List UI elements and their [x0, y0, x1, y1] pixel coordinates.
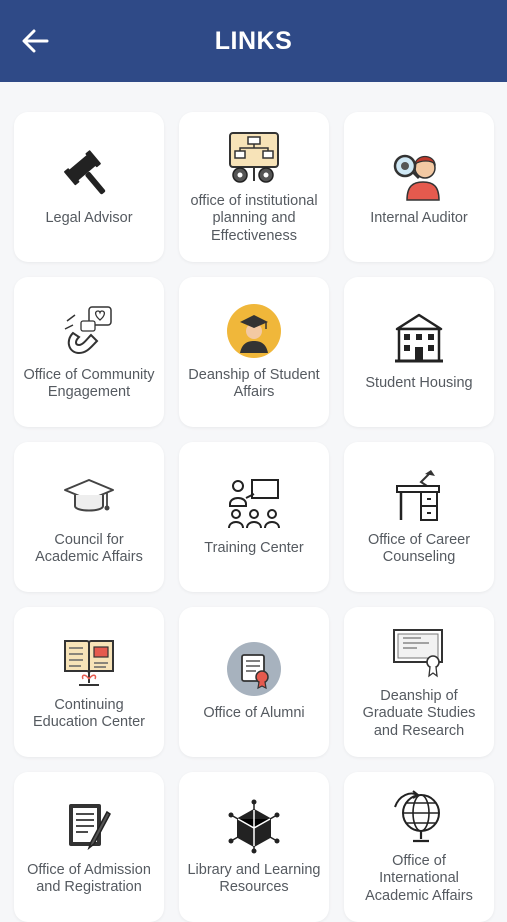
link-label: Office of Alumni: [203, 705, 305, 722]
building-icon: [391, 311, 447, 367]
links-grid: Legal Advisor office of institutional pl…: [14, 112, 494, 922]
link-card-legal-advisor[interactable]: Legal Advisor: [14, 112, 164, 262]
open-book-icon: [61, 633, 117, 689]
network-cube-icon: [226, 798, 282, 854]
link-label: Training Center: [204, 540, 304, 557]
link-label: Deanship of Student Affairs: [188, 366, 320, 401]
link-label: Student Housing: [365, 375, 473, 392]
desk-lamp-icon: [391, 468, 447, 524]
link-card-continuing-education[interactable]: Continuing Education Center: [14, 607, 164, 757]
certificate-badge-icon: [226, 641, 282, 697]
link-label: Deanship of Graduate Studies and Researc…: [362, 687, 476, 739]
link-label: Office of International Academic Affairs: [365, 852, 473, 904]
graduate-avatar-icon: [226, 303, 282, 359]
app-bar: LINKS: [0, 0, 507, 82]
link-label: Council for Academic Affairs: [35, 531, 143, 566]
graduation-cap-icon: [61, 468, 117, 524]
link-label: Library and Learning Resources: [187, 861, 321, 896]
link-card-student-housing[interactable]: Student Housing: [344, 277, 494, 427]
gavel-icon: [61, 146, 117, 202]
auditor-magnifier-icon: [391, 146, 447, 202]
form-pen-icon: [61, 798, 117, 854]
link-label: Office of Career Counseling: [367, 531, 471, 566]
link-card-alumni[interactable]: Office of Alumni: [179, 607, 329, 757]
link-card-student-affairs[interactable]: Deanship of Student Affairs: [179, 277, 329, 427]
back-arrow-icon[interactable]: [18, 24, 52, 58]
magnet-heart-icon: [61, 303, 117, 359]
diploma-icon: [391, 624, 447, 680]
link-label: Continuing Education Center: [32, 696, 146, 731]
link-card-career-counseling[interactable]: Office of Career Counseling: [344, 442, 494, 592]
globe-icon: [391, 789, 447, 845]
link-card-community-engagement[interactable]: Office of Community Engagement: [14, 277, 164, 427]
link-label: Office of Admission and Registration: [27, 861, 151, 896]
flowchart-gears-icon: [226, 129, 282, 185]
link-card-training-center[interactable]: Training Center: [179, 442, 329, 592]
page-title: LINKS: [214, 26, 293, 55]
link-label: Legal Advisor: [45, 210, 133, 227]
link-card-institutional-planning[interactable]: office of institutional planning and Eff…: [179, 112, 329, 262]
trainees-board-icon: [226, 476, 282, 532]
link-card-graduate-studies[interactable]: Deanship of Graduate Studies and Researc…: [344, 607, 494, 757]
link-label: Internal Auditor: [370, 210, 468, 227]
link-label: Office of Community Engagement: [23, 366, 155, 401]
link-card-internal-auditor[interactable]: Internal Auditor: [344, 112, 494, 262]
link-card-academic-affairs[interactable]: Council for Academic Affairs: [14, 442, 164, 592]
link-label: office of institutional planning and Eff…: [190, 192, 318, 244]
